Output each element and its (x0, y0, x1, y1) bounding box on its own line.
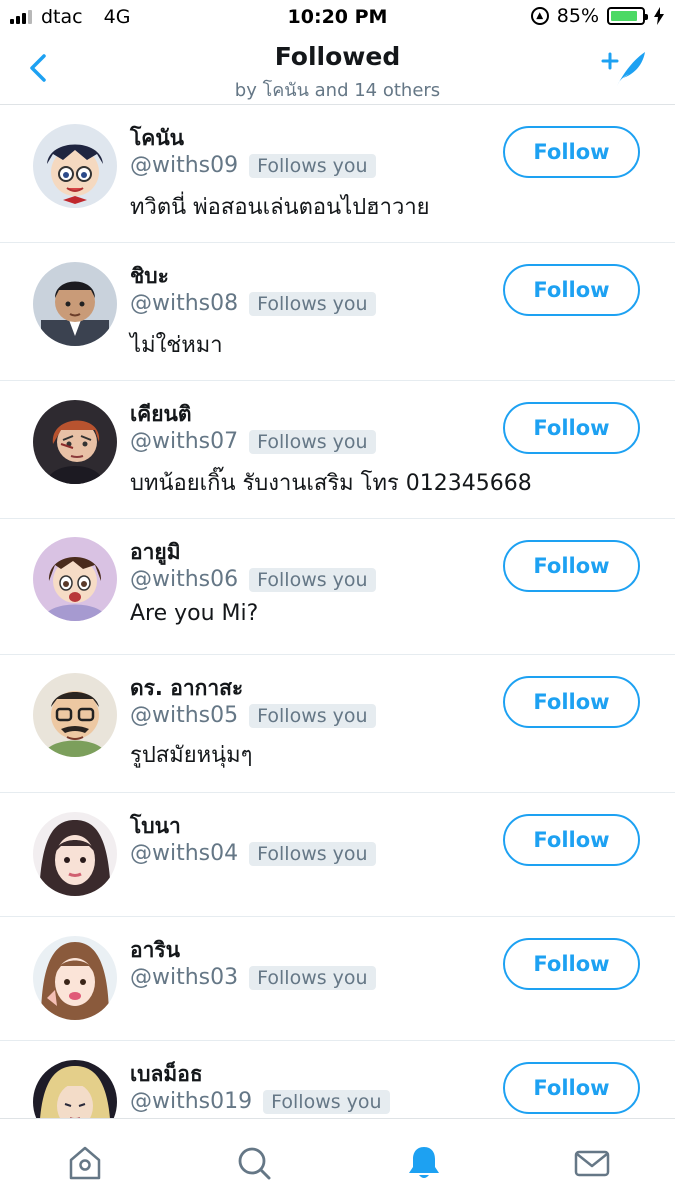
search-tab[interactable] (224, 1133, 284, 1193)
home-icon (69, 1146, 101, 1180)
user-row[interactable]: ดร. อากาสะ @withs05 Follows you รูปสมัยห… (0, 655, 675, 793)
battery-level-fill (611, 11, 637, 21)
avatar[interactable] (33, 537, 117, 621)
follows-you-badge: Follows you (249, 153, 376, 178)
home-tab[interactable] (55, 1133, 115, 1193)
user-handle: @withs09 (130, 153, 239, 178)
user-display-name: เบลม็อธ (130, 1062, 203, 1086)
follow-button[interactable]: Follow (503, 938, 640, 990)
messages-tab[interactable] (562, 1133, 622, 1193)
handle-line: @withs08 Follows you (130, 291, 376, 316)
user-display-name: ดร. อากาสะ (130, 676, 244, 700)
battery-percent: 85% (556, 5, 599, 27)
handle-line: @withs06 Follows you (130, 567, 376, 592)
user-handle: @withs019 (130, 1089, 253, 1114)
user-display-name: อายูมิ (130, 540, 181, 564)
follow-button[interactable]: Follow (503, 540, 640, 592)
page-subtitle: by โคนัน and 14 others (234, 80, 441, 101)
follows-you-badge: Follows you (249, 841, 376, 866)
follow-button[interactable]: Follow (503, 126, 640, 178)
avatar[interactable] (33, 124, 117, 208)
follow-button[interactable]: Follow (503, 814, 640, 866)
page-title: Followed (274, 42, 401, 71)
follows-you-badge: Follows you (249, 965, 376, 990)
avatar[interactable] (33, 812, 117, 896)
user-row[interactable]: โคนัน @withs09 Follows you ทวิตนี่ พ่อสอ… (0, 105, 675, 243)
avatar[interactable] (33, 262, 117, 346)
search-icon (238, 1147, 271, 1180)
add-feather-icon[interactable] (601, 48, 647, 88)
user-display-name: โบนา (130, 814, 181, 838)
follows-you-badge: Follows you (249, 429, 376, 454)
handle-line: @withs09 Follows you (130, 153, 376, 178)
user-row[interactable]: อาริน @withs03 Follows you Follow (0, 917, 675, 1041)
follows-you-badge: Follows you (249, 703, 376, 728)
user-handle: @withs08 (130, 291, 239, 316)
user-bio: บทน้อยเกิ๊น รับงานเสริม โทร 012345668 (130, 471, 532, 496)
notifications-tab[interactable] (394, 1133, 454, 1193)
bell-icon (409, 1147, 439, 1178)
user-handle: @withs05 (130, 703, 239, 728)
user-display-name: อาริน (130, 938, 181, 962)
handle-line: @withs07 Follows you (130, 429, 376, 454)
handle-line: @withs05 Follows you (130, 703, 376, 728)
follows-you-badge: Follows you (263, 1089, 390, 1114)
handle-line: @withs019 Follows you (130, 1089, 390, 1114)
user-handle: @withs06 (130, 567, 239, 592)
user-bio: ไม่ใช่หมา (130, 333, 223, 358)
avatar[interactable] (33, 400, 117, 484)
handle-line: @withs03 Follows you (130, 965, 376, 990)
avatar[interactable] (33, 936, 117, 1020)
user-bio: Are you Mi? (130, 601, 259, 626)
user-display-name: โคนัน (130, 126, 185, 150)
user-bio: รูปสมัยหนุ่มๆ (130, 743, 253, 768)
user-row[interactable]: ชิบะ @withs08 Follows you ไม่ใช่หมา Foll… (0, 243, 675, 381)
handle-line: @withs04 Follows you (130, 841, 376, 866)
user-handle: @withs03 (130, 965, 239, 990)
bottom-tab-bar (0, 1118, 675, 1201)
user-display-name: ชิบะ (130, 264, 169, 288)
mail-icon (574, 1150, 610, 1177)
user-bio: ทวิตนี่ พ่อสอนเล่นตอนไปฮาวาย (130, 195, 430, 220)
user-handle: @withs04 (130, 841, 239, 866)
user-row[interactable]: โบนา @withs04 Follows you Follow (0, 793, 675, 917)
charging-bolt-icon (654, 7, 664, 25)
follows-you-badge: Follows you (249, 567, 376, 592)
user-row[interactable]: เบลม็อธ @withs019 Follows you Follow (0, 1041, 675, 1118)
status-right: ▲ 85% (530, 5, 665, 27)
follow-button[interactable]: Follow (503, 402, 640, 454)
status-bar: dtac 4G 10:20 PM ▲ 85% (0, 0, 675, 36)
follows-you-badge: Follows you (249, 291, 376, 316)
user-row[interactable]: อายูมิ @withs06 Follows you Are you Mi? … (0, 519, 675, 655)
avatar[interactable] (33, 1060, 117, 1118)
avatar[interactable] (33, 673, 117, 757)
follow-button[interactable]: Follow (503, 264, 640, 316)
follow-button[interactable]: Follow (503, 676, 640, 728)
user-handle: @withs07 (130, 429, 239, 454)
orientation-lock-icon: ▲ (530, 7, 549, 25)
user-row[interactable]: เคียนติ @withs07 Follows you บทน้อยเกิ๊น… (0, 381, 675, 519)
followed-user-list[interactable]: โคนัน @withs09 Follows you ทวิตนี่ พ่อสอ… (0, 105, 675, 1118)
battery-icon (607, 7, 648, 25)
follow-button[interactable]: Follow (503, 1062, 640, 1114)
navigation-bar: Followed by โคนัน and 14 others (0, 36, 675, 105)
user-display-name: เคียนติ (130, 402, 192, 426)
